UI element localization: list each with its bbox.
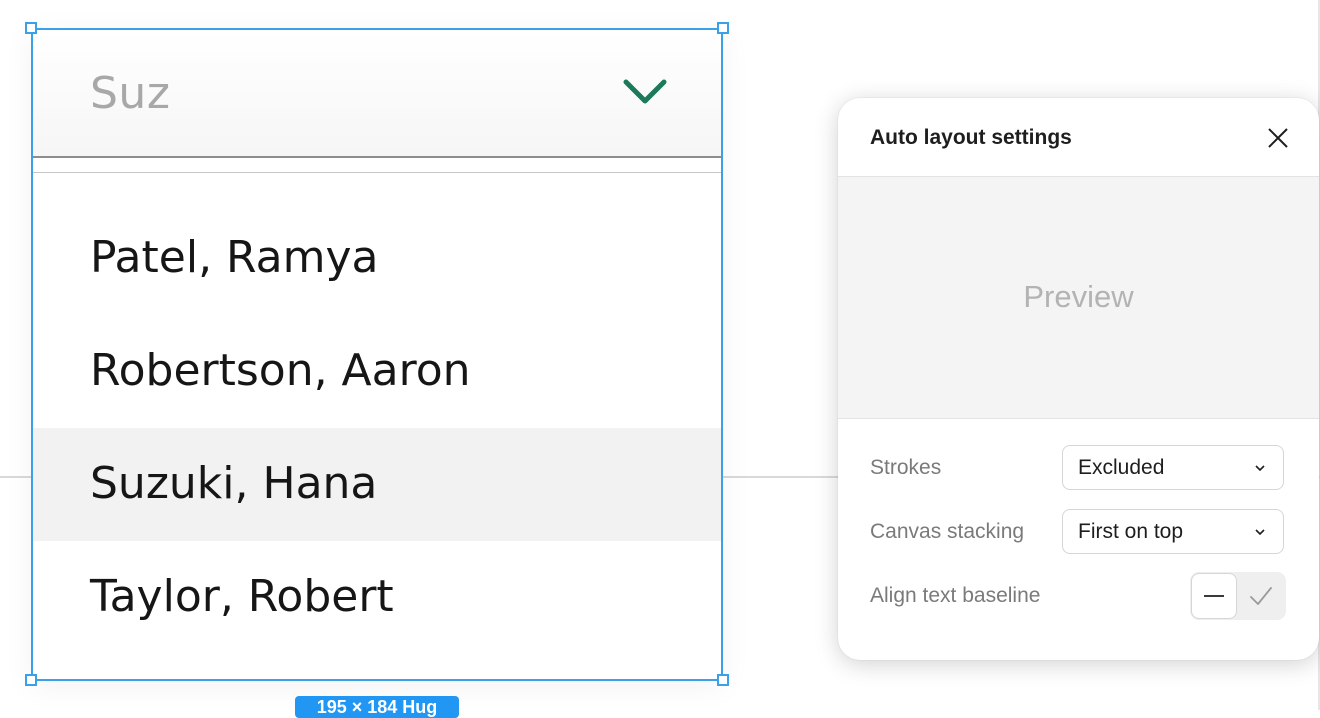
toggle-off-button[interactable]	[1191, 573, 1237, 619]
panel-title: Auto layout settings	[870, 126, 1072, 149]
preview-label: Preview	[1023, 279, 1134, 314]
strokes-label: Strokes	[870, 456, 942, 479]
chevron-down-icon	[1255, 465, 1265, 472]
menu-item-label: Patel, Ramya	[90, 232, 379, 283]
resize-handle-top-left[interactable]	[25, 22, 37, 34]
selected-combobox-frame[interactable]: Suz Patel, Ramya Robertson, Aaron Suzuki…	[31, 28, 723, 681]
menu-item[interactable]: Patel, Ramya	[33, 202, 721, 315]
canvas-stacking-select-value: First on top	[1078, 520, 1184, 543]
menu-item-label: Robertson, Aaron	[90, 345, 471, 396]
combobox-input[interactable]: Suz	[33, 30, 721, 158]
chevron-down-icon[interactable]	[623, 78, 667, 106]
chevron-down-icon	[1255, 529, 1265, 536]
menu-item-label: Taylor, Robert	[90, 571, 394, 622]
selection-size-badge: 195 × 184 Hug	[295, 696, 459, 718]
menu-divider	[33, 172, 721, 173]
menu-item[interactable]: Robertson, Aaron	[33, 315, 721, 428]
resize-handle-top-right[interactable]	[717, 22, 729, 34]
canvas-stacking-label: Canvas stacking	[870, 520, 1025, 543]
dash-icon	[1204, 595, 1224, 597]
menu-item[interactable]: Taylor, Robert	[33, 541, 721, 654]
strokes-select-value: Excluded	[1078, 456, 1165, 479]
checkmark-icon[interactable]	[1238, 573, 1284, 619]
combobox-input-value[interactable]: Suz	[90, 68, 170, 119]
menu-item-highlighted[interactable]: Suzuki, Hana	[33, 428, 721, 541]
align-text-baseline-label: Align text baseline	[870, 584, 1041, 607]
canvas-stacking-select[interactable]: First on top	[1062, 509, 1284, 554]
strokes-select[interactable]: Excluded	[1062, 445, 1284, 490]
align-text-baseline-toggle	[1190, 572, 1286, 620]
auto-layout-settings-panel: Auto layout settings Preview Strokes Exc…	[838, 98, 1319, 660]
menu-item-label: Suzuki, Hana	[90, 458, 378, 509]
resize-handle-bottom-left[interactable]	[25, 674, 37, 686]
preview-area: Preview	[838, 176, 1319, 419]
resize-handle-bottom-right[interactable]	[717, 674, 729, 686]
close-icon[interactable]	[1264, 124, 1292, 152]
